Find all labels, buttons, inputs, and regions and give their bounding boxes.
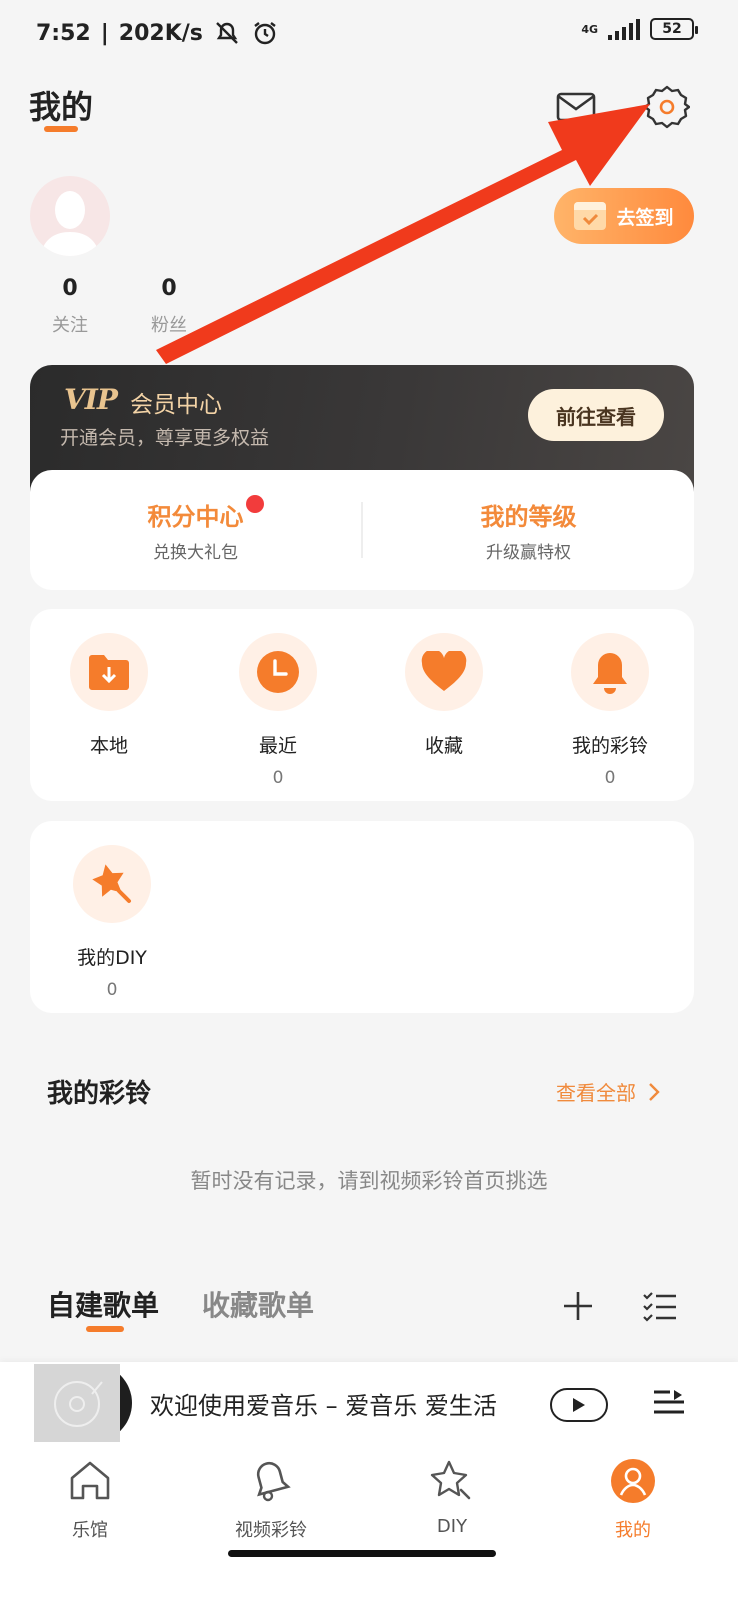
fans-label: 粉丝: [151, 315, 187, 336]
play-icon: [573, 1398, 585, 1412]
nav-video-ringtone-label: 视频彩铃: [235, 1520, 307, 1541]
video-ringtone-icon: [256, 1461, 291, 1502]
bottom-nav: 乐馆 视频彩铃 DIY 我的: [0, 1444, 738, 1600]
tab-created-playlists[interactable]: 自建歌单: [47, 1284, 159, 1324]
tab-favorite-playlists[interactable]: 收藏歌单: [202, 1284, 314, 1324]
shortcut-my-diy-count: 0: [106, 980, 118, 1000]
nav-diy-label: DIY: [436, 1516, 468, 1537]
status-time: 7:52: [36, 20, 91, 46]
my-level[interactable]: 我的等级 升级赢特权: [363, 470, 694, 590]
folder-download-icon: [89, 655, 129, 690]
avatar[interactable]: [30, 176, 110, 256]
nav-video-ringtone[interactable]: 视频彩铃: [211, 1458, 331, 1542]
album-cover[interactable]: [34, 1364, 120, 1442]
shortcut-recent-label: 最近: [258, 735, 297, 757]
settings-gear-icon[interactable]: [644, 84, 690, 130]
points-center-title: 积分中心: [147, 503, 244, 531]
star-wand-icon: [92, 864, 131, 903]
mail-icon[interactable]: [556, 92, 596, 122]
nav-music-hall-label: 乐馆: [72, 1520, 108, 1541]
checkin-label: 去签到: [616, 206, 674, 229]
fans-count: 0: [161, 276, 177, 301]
shortcut-local-label: 本地: [89, 735, 128, 757]
view-all-link[interactable]: 查看全部: [556, 1077, 660, 1106]
nav-mine[interactable]: 我的: [573, 1458, 693, 1542]
shortcut-recent-count: 0: [272, 768, 284, 788]
vip-title: 会员中心: [130, 392, 222, 418]
signal-icon: [608, 18, 640, 40]
nav-mine-label: 我的: [615, 1520, 651, 1541]
bell-icon: [593, 653, 627, 694]
now-playing-title: 欢迎使用爱音乐 – 爱音乐 爱生活: [150, 1392, 497, 1420]
star-icon: [430, 1460, 471, 1500]
heart-icon: [421, 651, 467, 691]
mini-player[interactable]: 欢迎使用爱音乐 – 爱音乐 爱生活: [0, 1362, 738, 1444]
nav-diy[interactable]: DIY: [392, 1458, 512, 1537]
battery-level: 52: [662, 21, 682, 37]
nav-music-hall[interactable]: 乐馆: [30, 1458, 150, 1542]
shortcut-local[interactable]: 本地: [39, 633, 179, 768]
calendar-icon: [574, 202, 607, 230]
title-underline: [44, 126, 78, 132]
tab-underline: [86, 1326, 124, 1332]
following-label: 关注: [52, 315, 88, 336]
manage-list-icon[interactable]: [642, 1290, 678, 1322]
points-center-subtitle: 兑换大礼包: [153, 543, 238, 563]
shortcut-card: 本地 最近 0 收藏 我的彩铃 0: [30, 609, 694, 801]
home-icon: [70, 1461, 110, 1500]
empty-state-text: 暂时没有记录，请到视频彩铃首页挑选: [190, 1169, 548, 1193]
playlist-icon[interactable]: [652, 1388, 686, 1420]
shortcut-my-ringtone-label: 我的彩铃: [571, 735, 648, 757]
notification-dot: [245, 495, 264, 513]
shortcut-my-ringtone[interactable]: 我的彩铃 0: [540, 633, 680, 788]
following-stat[interactable]: 0 关注: [30, 276, 110, 337]
add-playlist-icon[interactable]: [562, 1290, 594, 1322]
view-all-label: 查看全部: [556, 1081, 636, 1105]
my-level-title: 我的等级: [480, 503, 577, 531]
shortcut-my-ringtone-count: 0: [604, 768, 616, 788]
vip-logo: VIP: [64, 383, 118, 416]
shortcut-my-diy-label: 我的DIY: [77, 947, 147, 969]
home-indicator: [228, 1550, 496, 1557]
shortcut-favorites[interactable]: 收藏: [374, 633, 514, 768]
status-speed: 202K/s: [118, 20, 203, 46]
points-card: 积分中心 兑换大礼包 我的等级 升级赢特权: [30, 470, 694, 590]
mute-icon: [216, 22, 238, 44]
page-title: 我的: [29, 88, 94, 126]
status-separator: |: [100, 20, 109, 46]
following-count: 0: [62, 276, 78, 301]
vip-view-button[interactable]: 前往查看: [528, 389, 664, 441]
shortcut-recent[interactable]: 最近 0: [208, 633, 348, 788]
status-bar: 7:52 | 202K/s 4G 52: [0, 0, 738, 66]
chevron-right-icon: [649, 1082, 660, 1101]
avatar-placeholder-icon: [40, 191, 100, 256]
fans-stat[interactable]: 0 粉丝: [129, 276, 209, 337]
clock-icon: [257, 651, 299, 693]
shortcut-my-diy[interactable]: 我的DIY 0: [42, 845, 182, 1000]
ringtone-section-title: 我的彩铃: [47, 1079, 152, 1109]
my-level-subtitle: 升级赢特权: [486, 543, 571, 563]
battery-icon: 52: [650, 18, 698, 40]
network-type: 4G: [581, 22, 598, 36]
user-icon: [611, 1459, 655, 1503]
checkin-button[interactable]: 去签到: [554, 188, 694, 244]
music-note-icon: [54, 1381, 103, 1427]
play-button[interactable]: [550, 1388, 608, 1422]
points-center[interactable]: 积分中心 兑换大礼包: [30, 470, 361, 590]
vip-subtitle: 开通会员，尊享更多权益: [60, 427, 270, 449]
shortcut-favorites-label: 收藏: [424, 735, 463, 757]
alarm-icon: [254, 22, 276, 45]
diy-card: 我的DIY 0: [30, 821, 694, 1013]
